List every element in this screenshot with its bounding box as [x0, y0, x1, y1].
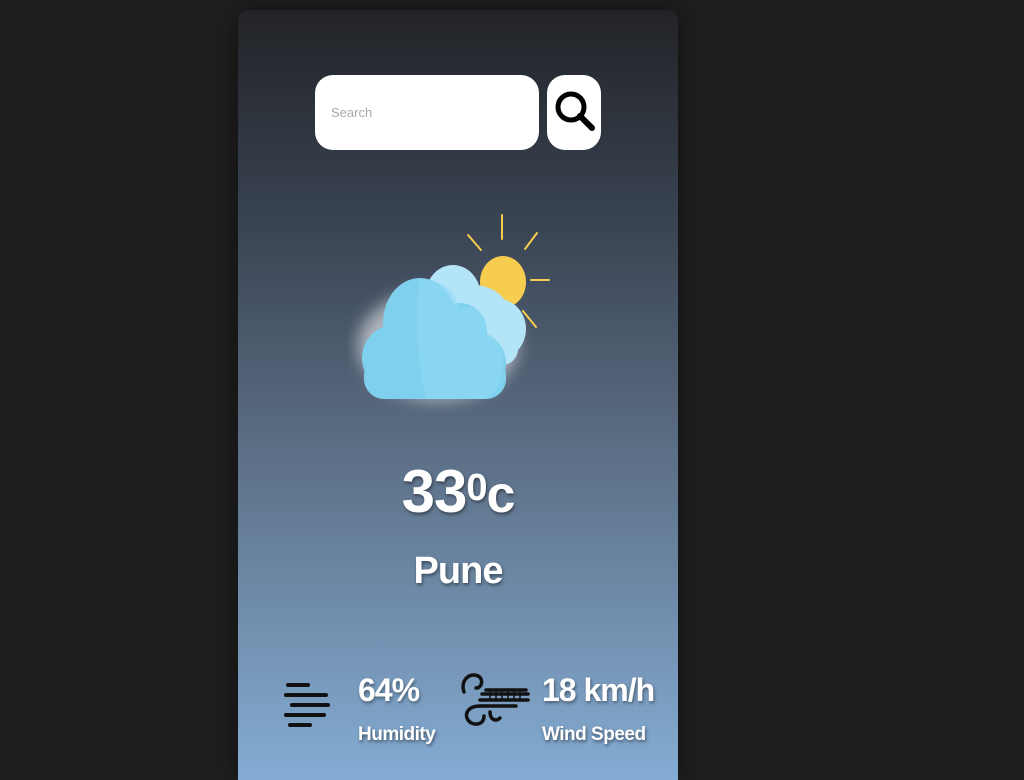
humidity-label: Humidity	[358, 724, 436, 745]
search-icon	[555, 91, 595, 131]
search-input[interactable]	[315, 75, 539, 150]
humidity-value: 64%	[358, 672, 420, 708]
wind-icon	[461, 673, 530, 726]
partly-cloudy-icon	[358, 214, 550, 400]
wind-speed-label: Wind Speed	[542, 724, 646, 745]
weather-card: 330c Pune 64% Humidity	[238, 10, 678, 780]
humidity-lines-icon	[284, 683, 330, 727]
wind-speed-value: 18 km/h	[542, 672, 655, 708]
temperature-degree: 0	[466, 466, 487, 509]
temperature-unit: c	[486, 466, 515, 524]
temperature-value: 33	[401, 458, 468, 525]
temperature-display: 330c	[238, 457, 678, 526]
city-name: Pune	[413, 550, 504, 592]
search-button[interactable]	[547, 75, 601, 150]
